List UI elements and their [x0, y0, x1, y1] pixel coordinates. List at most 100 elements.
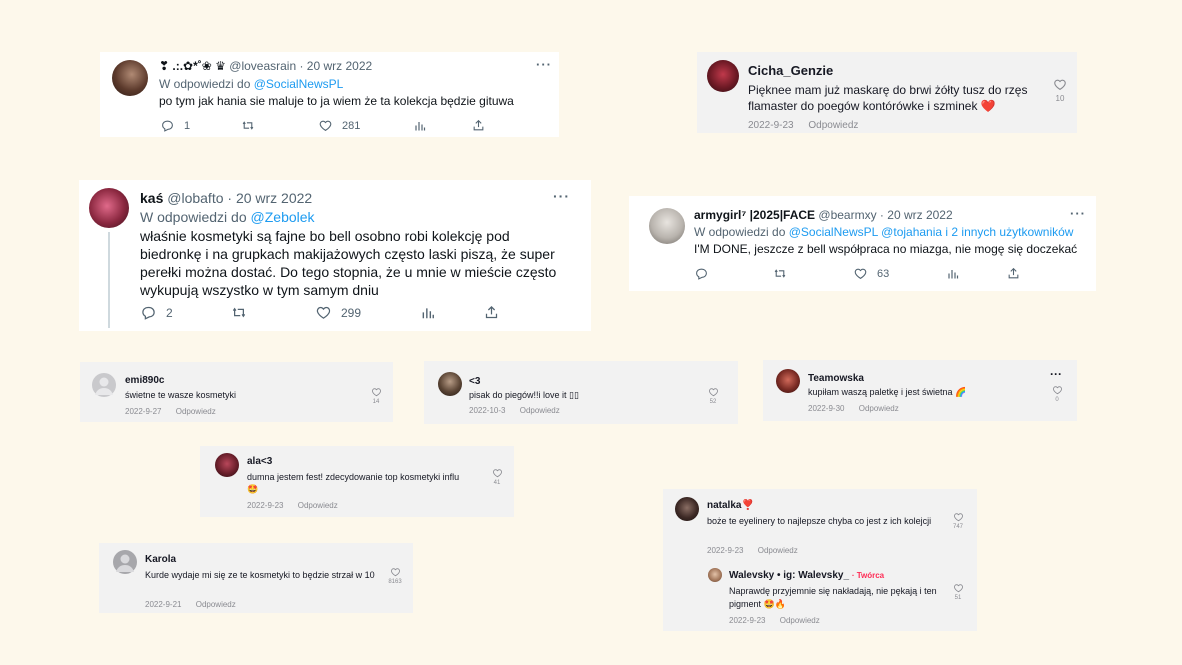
author-name[interactable]: kaś — [140, 190, 163, 206]
comment-date: 2022-9-23 — [729, 616, 766, 625]
share-button[interactable] — [484, 305, 499, 320]
reply-link[interactable]: Odpowiedz — [859, 404, 899, 413]
avatar[interactable] — [675, 497, 699, 521]
views-icon — [414, 120, 426, 132]
reply-button[interactable] — [695, 267, 708, 280]
comment-username[interactable]: Karola — [145, 554, 176, 565]
comment-text-body: Naprawdę przyjemnie się nakładają, nie p… — [729, 586, 937, 609]
more-options-button[interactable]: ··· — [1070, 206, 1086, 221]
comment-username[interactable]: Teamowska — [808, 373, 864, 384]
share-button[interactable] — [472, 119, 485, 132]
comment-username[interactable]: natalka❣️ — [707, 500, 754, 511]
comment-username[interactable]: Walevsky • ig: Walevsky_ — [729, 570, 849, 581]
like-button[interactable]: 52 — [704, 387, 722, 405]
comment-card-cicha-genzie: Cicha_Genzie Pięknee mam już maskarę do … — [697, 52, 1077, 133]
tweet-card-lobafto: kaś @lobafto · 20 wrz 2022 ··· W odpowie… — [79, 180, 591, 331]
comment-date: 2022-9-27 — [125, 407, 162, 416]
views-button[interactable] — [414, 120, 426, 132]
comment-username[interactable]: ala<3 — [247, 456, 272, 467]
retweet-button[interactable] — [773, 267, 787, 280]
heart-outline-icon — [488, 468, 506, 478]
comment-date: 2022-9-23 — [247, 501, 284, 510]
reply-link[interactable]: Odpowiedz — [758, 546, 798, 555]
comment-card-natalka: natalka❣️ boże te eyelinerу to najlepsze… — [663, 489, 977, 631]
views-button[interactable] — [947, 268, 959, 280]
more-options-button[interactable]: ··· — [553, 188, 570, 204]
retweet-button[interactable] — [241, 119, 255, 132]
like-button[interactable]: 299 — [316, 305, 361, 320]
reply-link[interactable]: Odpowiedz — [298, 501, 338, 510]
comment-footer: 2022-9-27 Odpowiedz — [125, 407, 216, 416]
more-options-button[interactable]: ··· — [1050, 367, 1062, 381]
avatar[interactable] — [708, 568, 722, 582]
reply-link[interactable]: Odpowiedz — [808, 120, 858, 131]
tweet-text: właśnie kosmetyki są fajne bo bell osobn… — [140, 228, 557, 298]
retweet-button[interactable] — [231, 305, 247, 320]
comment-footer: 2022-9-23 Odpowiedz — [247, 501, 338, 510]
star-struck-emoji: 🤩 — [247, 484, 259, 494]
avatar[interactable] — [113, 550, 137, 574]
like-button[interactable]: 63 — [854, 267, 889, 280]
author-name[interactable]: ❣ .:.✿*˚❀ ♛ — [159, 59, 226, 73]
avatar[interactable] — [438, 372, 462, 396]
tweet-text: I'M DONE, jeszcze z bell współpraca no m… — [694, 242, 1078, 256]
comment-username[interactable]: <3 — [469, 376, 480, 387]
like-button[interactable]: 41 — [488, 468, 506, 486]
reply-to-link[interactable]: @SocialNewsPL @tojahania — [789, 225, 942, 239]
comment-date: 2022-9-23 — [748, 120, 794, 131]
retweet-icon — [773, 267, 787, 280]
more-options-button[interactable]: ··· — [536, 57, 552, 72]
like-button[interactable]: 0 — [1048, 385, 1066, 403]
comment-date: 2022-9-23 — [707, 546, 744, 555]
reply-button[interactable]: 1 — [161, 119, 190, 132]
reply-others-link[interactable]: i 2 innych użytkowników — [945, 225, 1073, 239]
reply-prefix: W odpowiedzi do — [694, 225, 786, 239]
reply-icon — [695, 267, 708, 280]
heart-emoji: ❣️ — [741, 500, 754, 511]
share-button[interactable] — [1007, 267, 1020, 280]
reply-to-link[interactable]: @SocialNewsPL — [254, 77, 344, 91]
comment-footer: 2022-10-3 Odpowiedz — [469, 406, 560, 415]
reply-link[interactable]: Odpowiedz — [520, 406, 560, 415]
views-button[interactable] — [421, 306, 435, 320]
like-count: 0 — [1055, 397, 1059, 403]
avatar[interactable] — [92, 373, 116, 397]
heart-outline-icon — [382, 567, 408, 577]
avatar[interactable] — [707, 60, 739, 92]
reply-icon — [141, 305, 156, 320]
reply-link[interactable]: Odpowiedz — [780, 616, 820, 625]
like-count: 41 — [493, 480, 501, 486]
comment-username[interactable]: Cicha_Genzie — [748, 63, 833, 78]
tweet-card-bearmxy: armygirl⁷ |2025|FACE @bearmxy · 20 wrz 2… — [629, 196, 1096, 291]
handle-date[interactable]: @lobafto · 20 wrz 2022 — [167, 190, 312, 206]
like-button[interactable]: 281 — [319, 119, 360, 132]
views-icon — [947, 268, 959, 280]
reply-link[interactable]: Odpowiedz — [176, 407, 216, 416]
like-count: 8163 — [388, 579, 402, 585]
avatar[interactable] — [649, 208, 685, 244]
like-button[interactable]: 10 — [1049, 78, 1071, 103]
handle-date[interactable]: @loveasrain · 20 wrz 2022 — [229, 59, 372, 73]
like-button[interactable]: 8163 — [382, 567, 408, 585]
avatar[interactable] — [215, 453, 239, 477]
like-icon — [316, 305, 331, 320]
avatar[interactable] — [89, 188, 129, 228]
avatar[interactable] — [776, 369, 800, 393]
reply-count: 1 — [184, 119, 191, 132]
comment-username[interactable]: emi890c — [125, 375, 164, 386]
like-icon — [319, 119, 332, 132]
reply-button[interactable]: 2 — [141, 305, 173, 320]
reply-to-link[interactable]: @Zebolek — [251, 209, 315, 225]
comment-text: dumna jestem fest! zdecydowanie top kosm… — [247, 471, 487, 495]
like-button[interactable]: 14 — [367, 387, 385, 405]
comment-date: 2022-10-3 — [469, 406, 506, 415]
like-count: 52 — [709, 399, 717, 405]
author-name[interactable]: armygirl⁷ |2025|FACE — [694, 208, 815, 222]
reply-link[interactable]: Odpowiedz — [196, 600, 236, 609]
avatar[interactable] — [112, 60, 148, 96]
handle-date[interactable]: @bearmxy · 20 wrz 2022 — [818, 208, 952, 222]
reply-icon — [161, 119, 174, 132]
like-button[interactable]: 747 — [948, 512, 968, 530]
like-button[interactable]: 51 — [948, 583, 968, 601]
like-count: 51 — [954, 595, 962, 601]
